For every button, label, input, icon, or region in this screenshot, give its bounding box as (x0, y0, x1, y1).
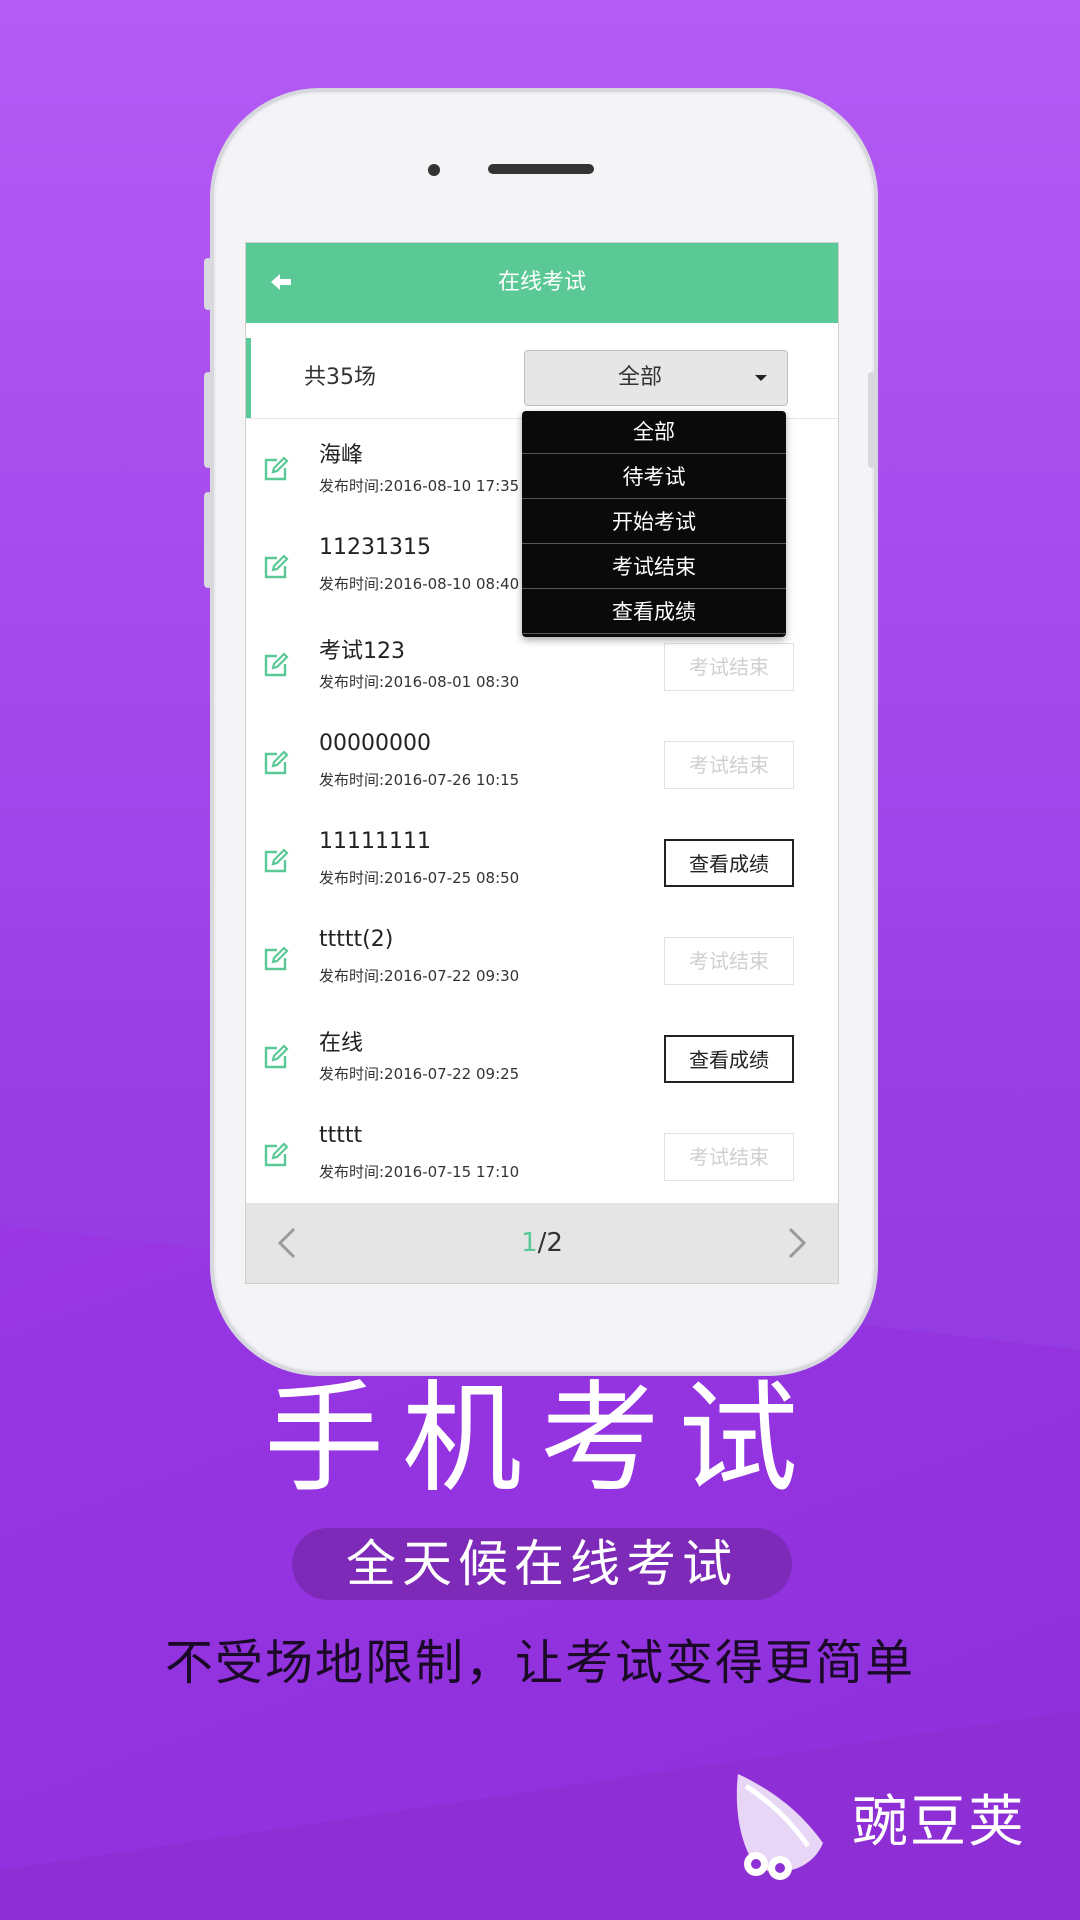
wandoujia-logo-icon (728, 1768, 848, 1888)
phone-volume-down (204, 492, 212, 588)
status-dropdown-menu: 全部 待考试 开始考试 考试结束 查看成绩 (522, 411, 786, 637)
phone-camera (428, 164, 440, 176)
app-screen: 在线考试 共35场 全部 海峰发布时间:2016-08-10 17:35 1123… (245, 242, 839, 1284)
edit-icon (262, 1141, 290, 1169)
brand-name: 豌豆荚 (852, 1790, 1026, 1855)
exam-list-item[interactable]: 在线发布时间:2016-07-22 09:25 查看成绩 (246, 1007, 838, 1106)
edit-icon (262, 749, 290, 777)
promo-headline: 手机考试 (264, 1370, 816, 1509)
exam-count-label: 共35场 (304, 365, 376, 390)
exam-list-item[interactable]: 00000000 发布时间:2016-07-26 10:15 考试结束 (246, 713, 838, 812)
exam-list-item[interactable]: ttttt(2) 发布时间:2016-07-22 09:30 考试结束 (246, 909, 838, 1008)
edit-icon (262, 553, 290, 581)
phone-speaker (488, 164, 594, 174)
edit-icon (262, 455, 290, 483)
exam-title: 11231315 (319, 535, 431, 560)
dropdown-option[interactable]: 开始考试 (522, 501, 786, 544)
promo-pill-text: 全天候在线考试 (346, 1535, 738, 1593)
edit-icon (262, 651, 290, 679)
view-score-button[interactable]: 查看成绩 (664, 839, 794, 887)
promo-pill: 全天候在线考试 (292, 1528, 792, 1600)
exam-ended-button[interactable]: 考试结束 (664, 643, 794, 691)
exam-publish-time: 发布时间:2016-07-25 08:50 (319, 869, 520, 887)
exam-list-item[interactable]: ttttt 发布时间:2016-07-15 17:10 考试结束 (246, 1105, 838, 1204)
exam-ended-button[interactable]: 考试结束 (664, 1133, 794, 1181)
exam-publish-time: 发布时间:2016-07-26 10:15 (319, 771, 520, 789)
edit-icon (262, 1043, 290, 1071)
total-pages: /2 (537, 1228, 563, 1258)
exam-list-item[interactable]: 11111111 发布时间:2016-07-25 08:50 查看成绩 (246, 811, 838, 910)
dropdown-option[interactable]: 全部 (522, 411, 786, 454)
exam-ended-button[interactable]: 考试结束 (664, 937, 794, 985)
exam-title: 00000000 (319, 731, 431, 756)
dropdown-option[interactable]: 考试结束 (522, 546, 786, 589)
exam-title: 在线 (319, 1031, 364, 1056)
exam-publish-time: 发布时间:2016-07-15 17:10 (319, 1163, 520, 1181)
exam-publish-time: 发布时间:2016-08-10 17:35 (319, 477, 520, 495)
promo-tagline: 不受场地限制，让考试变得更简单 (164, 1635, 915, 1691)
exam-ended-button[interactable]: 考试结束 (664, 741, 794, 789)
current-page: 1 (521, 1228, 538, 1258)
status-filter-select[interactable]: 全部 (524, 350, 788, 406)
phone-power-button (868, 372, 876, 468)
exam-publish-time: 发布时间:2016-07-22 09:30 (319, 967, 520, 985)
chevron-right-icon[interactable] (776, 1223, 816, 1263)
status-filter-value: 全部 (617, 365, 662, 390)
phone-side-button (204, 258, 212, 310)
back-arrow-icon[interactable] (268, 269, 294, 295)
edit-icon (262, 847, 290, 875)
app-bar: 在线考试 (246, 243, 838, 323)
caret-down-icon (755, 375, 767, 381)
exam-title: 11111111 (319, 829, 431, 854)
pagination-bar: 1/2 (246, 1203, 838, 1283)
filter-row: 共35场 全部 (246, 338, 838, 419)
phone-volume-up (204, 372, 212, 468)
exam-title: 考试123 (319, 639, 405, 664)
exam-publish-time: 发布时间:2016-08-01 08:30 (319, 673, 520, 691)
dropdown-option[interactable]: 查看成绩 (522, 591, 786, 634)
exam-publish-time: 发布时间:2016-07-22 09:25 (319, 1065, 520, 1083)
exam-title: ttttt(2) (319, 927, 394, 952)
view-score-button[interactable]: 查看成绩 (664, 1035, 794, 1083)
edit-icon (262, 945, 290, 973)
page-title: 在线考试 (497, 270, 586, 295)
filter-accent-bar (246, 338, 251, 418)
exam-title: ttttt (319, 1123, 363, 1148)
dropdown-option[interactable]: 待考试 (522, 456, 786, 499)
page-indicator: 1/2 (246, 1203, 838, 1283)
exam-title: 海峰 (319, 443, 364, 468)
exam-publish-time: 发布时间:2016-08-10 08:40 (319, 575, 520, 593)
